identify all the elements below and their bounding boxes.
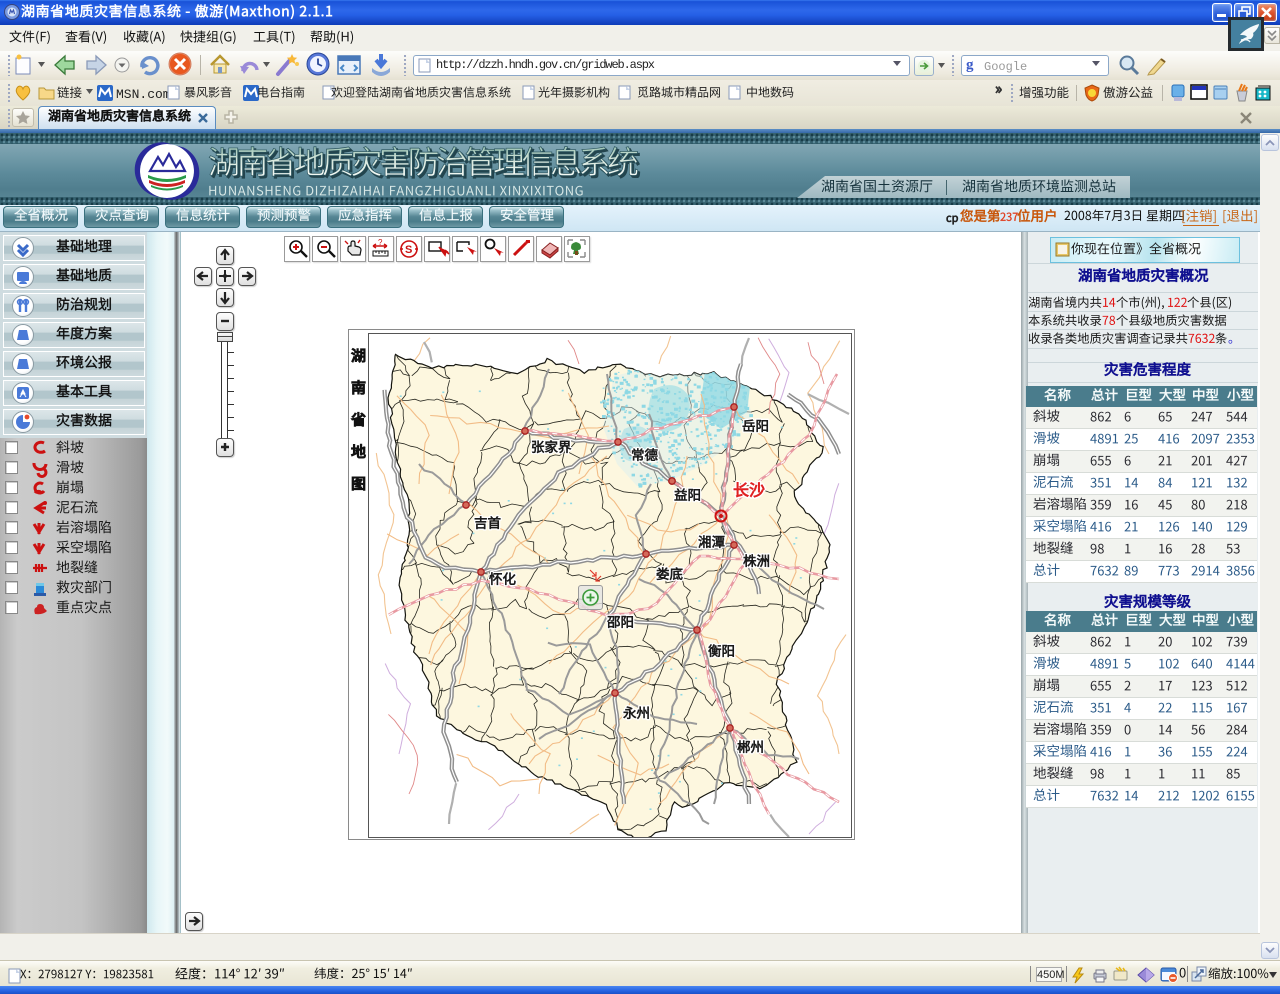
svg-text:?: ? bbox=[378, 238, 383, 247]
svg-text:S: S bbox=[405, 244, 412, 256]
